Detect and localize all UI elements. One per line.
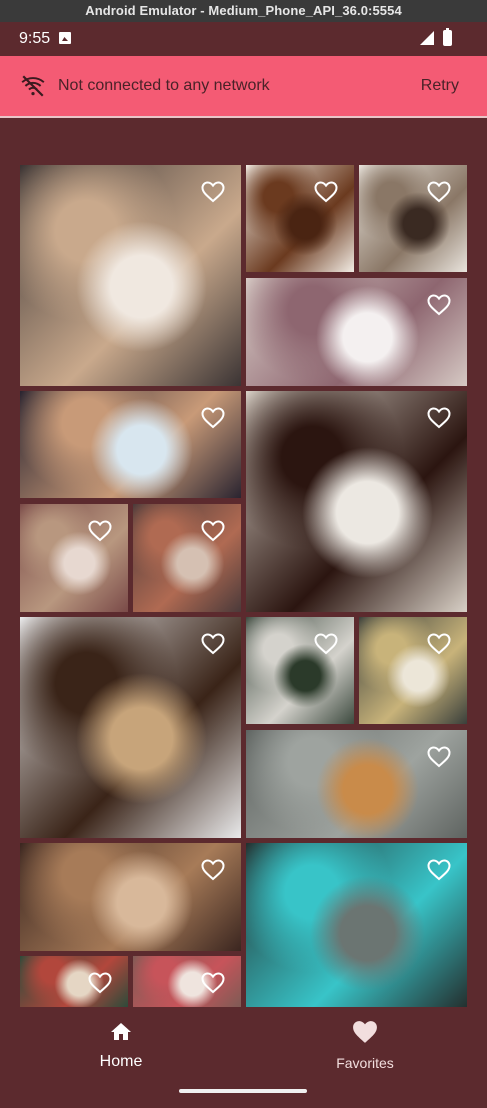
favorite-heart-icon[interactable]	[427, 407, 451, 429]
status-time: 9:55	[19, 30, 51, 47]
favorite-heart-icon[interactable]	[427, 181, 451, 203]
retry-button[interactable]: Retry	[421, 77, 459, 95]
notification-image-icon	[59, 32, 71, 44]
photo-bag-of-beans[interactable]	[20, 617, 241, 838]
photo-espresso-glass[interactable]	[359, 617, 467, 724]
favorite-heart-icon[interactable]	[201, 407, 225, 429]
status-bar: 9:55	[0, 22, 487, 56]
favorite-heart-icon[interactable]	[88, 972, 112, 994]
photo-latte-cookies[interactable]	[20, 165, 241, 386]
favorite-heart-icon[interactable]	[201, 520, 225, 542]
favorite-heart-icon[interactable]	[427, 294, 451, 316]
photo-black-coffee-flowers[interactable]	[246, 391, 467, 612]
window-title: Android Emulator - Medium_Phone_API_36.0…	[85, 3, 402, 18]
bottom-navigation: Home Favorites	[0, 1008, 487, 1108]
favorite-heart-icon[interactable]	[427, 746, 451, 768]
nav-favorites[interactable]: Favorites	[305, 1020, 425, 1071]
photo-pour-over-kettle[interactable]	[359, 165, 467, 272]
photo-latte-art-saucer[interactable]	[20, 391, 241, 498]
nav-home[interactable]: Home	[61, 1020, 181, 1071]
favorite-heart-icon[interactable]	[314, 633, 338, 655]
photo-kettle-grinder[interactable]	[20, 843, 241, 951]
nav-home-label: Home	[99, 1053, 143, 1070]
favorite-heart-icon[interactable]	[314, 181, 338, 203]
photo-marble-coffee-top[interactable]	[246, 730, 467, 838]
offline-banner: Not connected to any network Retry	[0, 56, 487, 116]
offline-message: Not connected to any network	[58, 77, 270, 94]
photo-christmas-coffee[interactable]	[20, 956, 128, 1007]
nav-favorites-label: Favorites	[336, 1055, 394, 1071]
heart-icon	[353, 1021, 377, 1043]
emulator-title-bar: Android Emulator - Medium_Phone_API_36.0…	[0, 0, 487, 22]
favorite-heart-icon[interactable]	[201, 972, 225, 994]
battery-icon	[443, 28, 452, 46]
favorite-heart-icon[interactable]	[427, 859, 451, 881]
photo-red-scarf-cup[interactable]	[133, 956, 241, 1007]
photo-coffee-beans[interactable]	[246, 165, 354, 272]
favorite-heart-icon[interactable]	[88, 520, 112, 542]
photo-grid	[0, 0, 487, 1108]
wifi-off-icon	[21, 75, 45, 97]
photo-plant-brewer[interactable]	[246, 617, 354, 724]
favorite-heart-icon[interactable]	[201, 859, 225, 881]
home-indicator	[179, 1089, 307, 1093]
photo-latte-art-wide[interactable]	[246, 278, 467, 386]
banner-divider	[0, 116, 487, 118]
favorite-heart-icon[interactable]	[201, 181, 225, 203]
photo-neon-but-first-coffee[interactable]	[246, 843, 467, 1007]
photo-milk-coffee-cup[interactable]	[20, 504, 128, 612]
home-icon	[111, 1023, 131, 1040]
signal-icon	[420, 31, 434, 45]
photo-phone-coffee[interactable]	[133, 504, 241, 612]
favorite-heart-icon[interactable]	[201, 633, 225, 655]
favorite-heart-icon[interactable]	[427, 633, 451, 655]
